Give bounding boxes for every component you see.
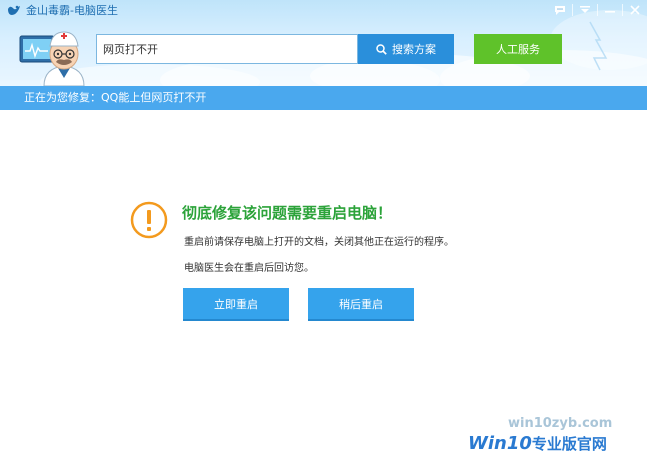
followup-notice: 电脑医生会在重启后回访您。: [184, 263, 314, 274]
restart-now-label: 立即重启: [214, 297, 258, 311]
watermark-url: win10zyb.com: [508, 416, 613, 431]
restart-now-button[interactable]: 立即重启: [183, 288, 289, 321]
kingsoft-logo-icon: [8, 5, 20, 15]
title-bar: 金山毒霸-电脑医生: [0, 0, 647, 22]
restart-later-label: 稍后重启: [339, 297, 383, 311]
watermark-brand: Win10专业版官网: [468, 433, 607, 454]
doctor-avatar-icon: [19, 31, 85, 86]
search-icon: [376, 43, 387, 55]
repair-status-bar: 正在为您修复：QQ能上但网页打不开: [0, 86, 647, 110]
search-button-label: 搜索方案: [392, 43, 436, 56]
watermark-brand-suffix: 专业版官网: [531, 435, 607, 453]
watermark-brand-prefix: Win10: [468, 433, 532, 454]
restart-later-button[interactable]: 稍后重启: [308, 288, 414, 321]
search-input[interactable]: [97, 35, 357, 63]
restart-required-headline: 彻底修复该问题需要重启电脑！: [182, 204, 393, 222]
status-text: 正在为您修复：QQ能上但网页打不开: [24, 91, 207, 104]
window-controls: [548, 0, 647, 20]
close-icon: [630, 5, 640, 15]
search-solution-button[interactable]: 搜索方案: [358, 34, 454, 64]
warning-icon: [130, 201, 168, 239]
minimize-icon: [605, 11, 615, 13]
save-documents-notice: 重启前请保存电脑上打开的文档，关闭其他正在运行的程序。: [184, 237, 454, 248]
feedback-button[interactable]: [548, 0, 572, 20]
app-window: 金山毒霸-电脑医生 网页打不开 搜索方案 人工服务 正在为您修复：QQ能上但网页…: [0, 0, 647, 463]
chat-bubble-icon: [555, 5, 565, 15]
minimize-button[interactable]: [598, 0, 622, 20]
window-title: 金山毒霸-电脑医生: [26, 4, 118, 17]
service-button-label: 人工服务: [496, 43, 540, 56]
close-button[interactable]: [623, 0, 647, 20]
header: 金山毒霸-电脑医生 网页打不开 搜索方案 人工服务: [0, 0, 647, 86]
manual-service-button[interactable]: 人工服务: [474, 34, 562, 64]
menu-button[interactable]: [573, 0, 597, 20]
main-content: 彻底修复该问题需要重启电脑！ 重启前请保存电脑上打开的文档，关闭其他正在运行的程…: [0, 110, 647, 463]
search-box: [96, 34, 358, 64]
menu-icon: [580, 6, 590, 13]
